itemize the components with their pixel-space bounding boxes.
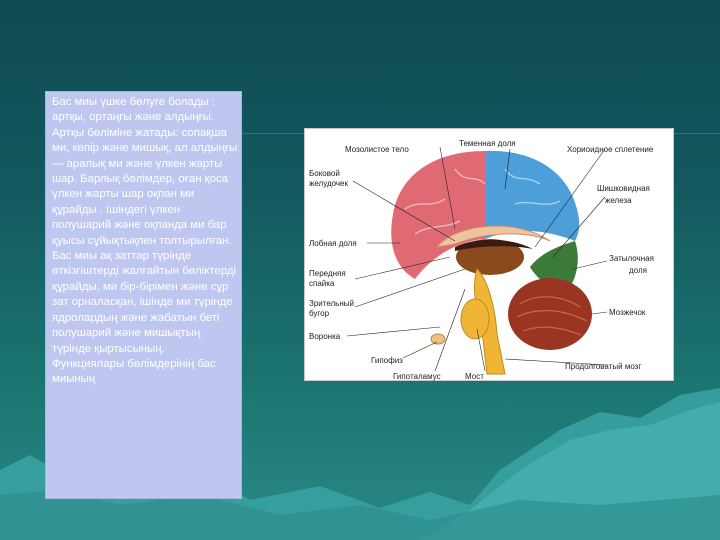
label-pineal-gland-2: железа bbox=[605, 196, 632, 205]
label-occipital-lobe-2: доля bbox=[629, 266, 647, 275]
label-anterior-commissure-1: Передняя bbox=[309, 269, 346, 278]
cerebellum-shape bbox=[508, 278, 592, 350]
label-hypothalamus: Гипоталамус bbox=[393, 372, 441, 381]
label-frontal-lobe: Лобная доля bbox=[309, 239, 357, 248]
label-medulla: Продолговатый мозг bbox=[565, 362, 641, 371]
brain-diagram: Мозолистое тело Боковой желудочек Лобная… bbox=[304, 128, 674, 381]
label-thalamus-1: Зрительный bbox=[309, 299, 354, 308]
label-anterior-commissure-2: спайка bbox=[309, 279, 335, 288]
label-pineal-gland-1: Шишковидная bbox=[597, 184, 650, 193]
label-lateral-ventricle-1: Боковой bbox=[309, 169, 340, 178]
label-pons: Мост bbox=[465, 372, 484, 381]
label-lateral-ventricle-2: желудочек bbox=[309, 179, 348, 188]
body-text: Бас миы үшке бөлуге болады : артқы, орта… bbox=[52, 96, 238, 386]
label-corpus-callosum: Мозолистое тело bbox=[345, 145, 409, 154]
label-thalamus-2: бугор bbox=[309, 309, 330, 318]
label-pituitary: Гипофиз bbox=[371, 356, 403, 365]
label-infundibulum: Воронка bbox=[309, 332, 341, 341]
brain-svg: Мозолистое тело Боковой желудочек Лобная… bbox=[309, 139, 654, 381]
label-parietal-lobe: Теменная доля bbox=[459, 139, 516, 148]
pons-shape bbox=[460, 298, 490, 340]
label-cerebellum: Мозжечок bbox=[609, 308, 646, 317]
pituitary-shape bbox=[430, 333, 446, 345]
label-choroid-plexus: Хориоидное сплетение bbox=[567, 145, 654, 154]
label-occipital-lobe-1: Затылочная bbox=[609, 254, 654, 263]
